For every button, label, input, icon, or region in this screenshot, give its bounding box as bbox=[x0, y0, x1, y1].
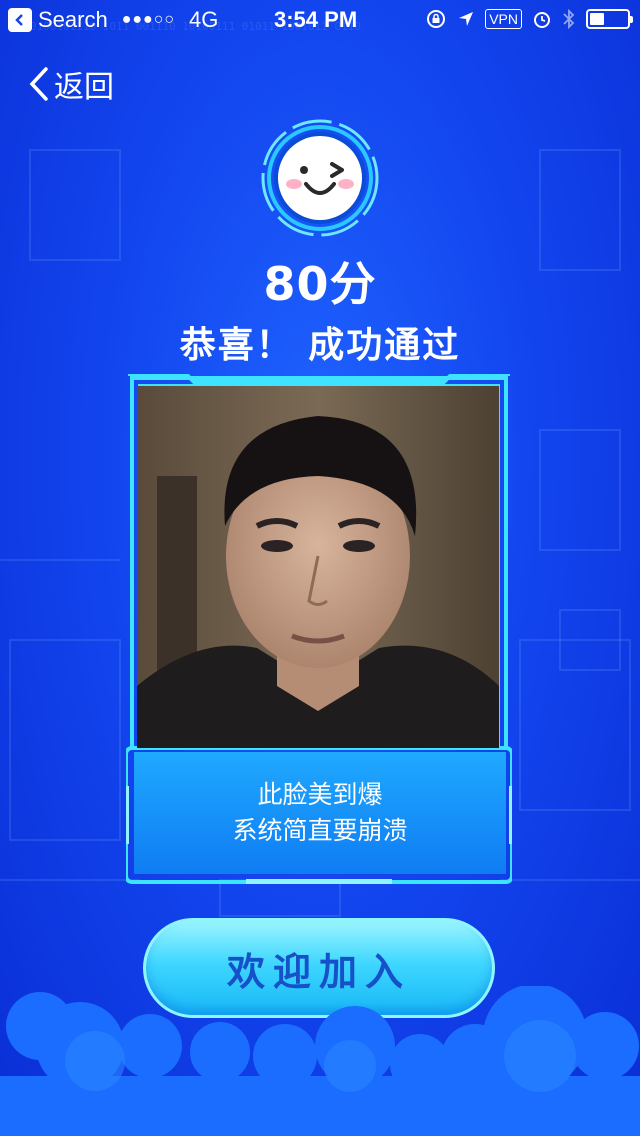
battery-icon bbox=[586, 9, 633, 29]
network-type: 4G bbox=[189, 7, 219, 32]
back-arrow-icon bbox=[8, 8, 32, 32]
face-photo bbox=[137, 386, 499, 748]
caption-line-1: 此脸美到爆 bbox=[257, 780, 383, 809]
vpn-badge: VPN bbox=[485, 9, 522, 29]
crowd-silhouettes bbox=[0, 986, 640, 1136]
success-message: 恭喜！ 成功通过 bbox=[179, 325, 461, 366]
caption-line-2: 系统简直要崩溃 bbox=[232, 816, 408, 845]
back-label: 返回 bbox=[54, 70, 114, 105]
bluetooth-icon bbox=[563, 9, 575, 29]
score-text: 80分 bbox=[263, 257, 377, 311]
clock: 3:54 PM bbox=[274, 7, 358, 32]
rotation-lock-icon bbox=[427, 10, 446, 28]
back-app-label: Search bbox=[38, 7, 108, 32]
caption-panel: 此脸美到爆 系统简直要崩溃 bbox=[134, 752, 506, 874]
back-button[interactable]: 返回 bbox=[28, 62, 114, 106]
back-to-app[interactable]: Search bbox=[8, 7, 108, 33]
status-icons: VPN bbox=[425, 8, 633, 30]
chevron-left-icon bbox=[29, 67, 48, 101]
location-icon bbox=[459, 12, 474, 26]
status-bar: Search ●●●○○ 4G 3:54 PM VPN bbox=[0, 0, 640, 40]
wink-face-icon bbox=[260, 118, 380, 238]
signal-strength: ●●●○○ bbox=[121, 11, 176, 28]
alarm-icon bbox=[534, 12, 550, 28]
